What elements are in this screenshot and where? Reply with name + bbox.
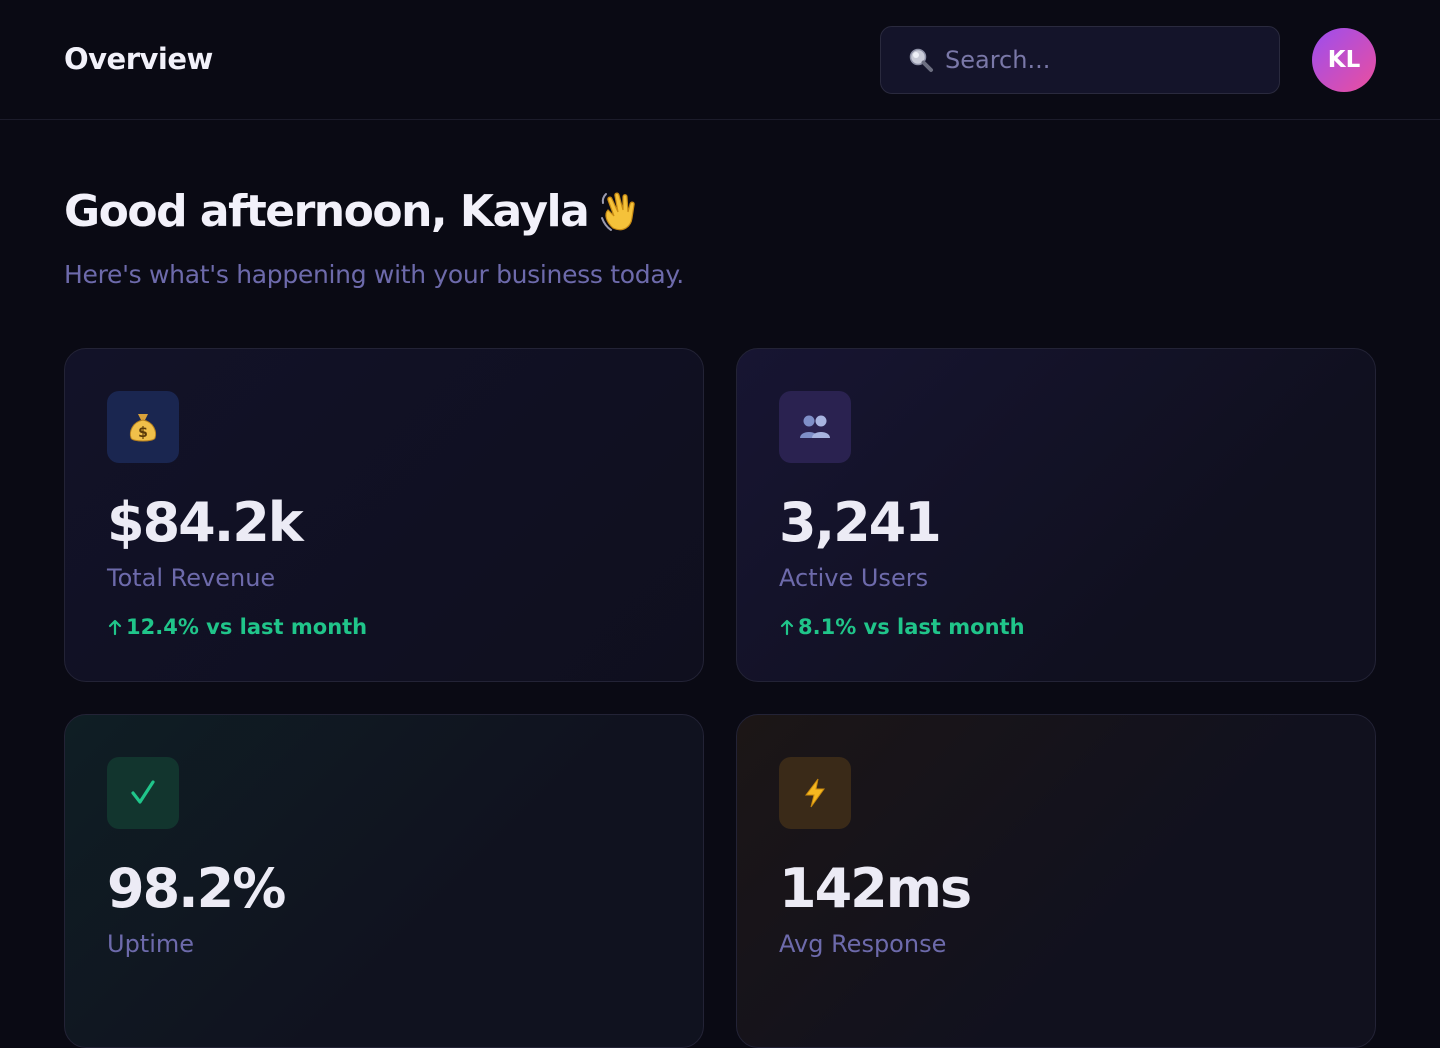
arrow-up-icon xyxy=(780,619,794,636)
waving-hand-icon xyxy=(601,192,636,231)
metric-trend: 8.1% vs last month xyxy=(779,615,1025,639)
checkmark-icon xyxy=(131,780,155,804)
metric-value: $84.2k xyxy=(107,491,304,554)
metric-label: Active Users xyxy=(779,564,929,592)
metric-value: 3,241 xyxy=(779,491,942,554)
arrow-up-icon xyxy=(108,619,122,636)
trend-text: 8.1% vs last month xyxy=(798,615,1025,639)
search-icon xyxy=(909,48,933,72)
greeting-subtitle: Here's what's happening with your busine… xyxy=(64,260,684,289)
card-icon-badge xyxy=(779,391,851,463)
metric-trend: 12.4% vs last month xyxy=(107,615,367,639)
lightning-icon xyxy=(805,778,825,808)
greeting-heading: Good afternoon, Kayla xyxy=(64,186,644,237)
search-box[interactable] xyxy=(880,26,1280,94)
top-bar: Overview KL xyxy=(0,0,1440,120)
users-icon xyxy=(800,415,830,438)
metric-card-response[interactable]: 142ms Avg Response xyxy=(736,714,1376,1048)
page-title: Overview xyxy=(64,42,213,76)
greeting-text: Good afternoon, Kayla xyxy=(64,186,590,237)
metric-label: Uptime xyxy=(107,930,195,958)
metric-label: Total Revenue xyxy=(107,564,276,592)
metric-card-uptime[interactable]: 98.2% Uptime xyxy=(64,714,704,1048)
avatar[interactable]: KL xyxy=(1312,28,1376,92)
card-icon-badge xyxy=(779,757,851,829)
trend-text: 12.4% vs last month xyxy=(126,615,368,639)
card-icon-badge xyxy=(107,757,179,829)
money-bag-icon: $ xyxy=(129,414,157,442)
svg-text:$: $ xyxy=(138,425,148,441)
metric-card-revenue[interactable]: $ $84.2k Total Revenue 12.4% vs last mon… xyxy=(64,348,704,682)
metric-label: Avg Response xyxy=(779,930,947,958)
search-input[interactable] xyxy=(945,46,1265,74)
card-icon-badge: $ xyxy=(107,391,179,463)
metric-card-users[interactable]: 3,241 Active Users 8.1% vs last month xyxy=(736,348,1376,682)
metric-value: 142ms xyxy=(779,857,972,920)
metric-value: 98.2% xyxy=(107,857,286,920)
